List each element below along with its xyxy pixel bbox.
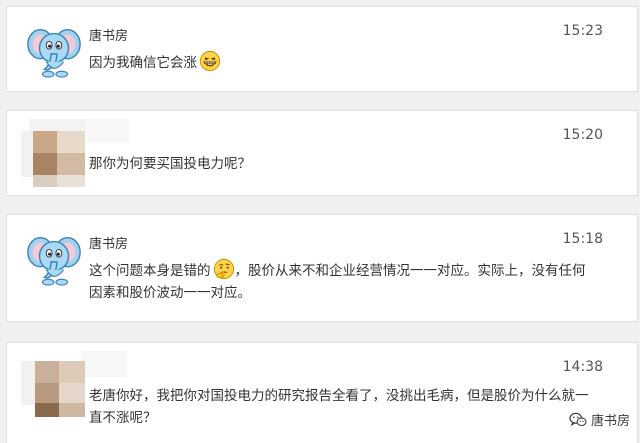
message-text-part: 这个问题本身是错的 <box>89 263 211 279</box>
sender-name: 唐书房 <box>89 29 129 44</box>
message-card[interactable]: 唐书房 15:23 因为我确信它会涨 <box>6 6 638 92</box>
thinking-icon <box>213 258 235 280</box>
sender-name: 唐书房 <box>89 237 129 252</box>
wechat-icon <box>569 412 587 428</box>
message-text: 那你为何要买国投电力呢？ <box>89 156 251 172</box>
message-text: 因为我确信它会涨 <box>89 50 221 74</box>
watermark-label: 唐书房 <box>590 414 630 429</box>
grin-icon <box>199 50 221 72</box>
elephant-avatar[interactable] <box>25 21 83 79</box>
chat-screen: 唐书房 15:23 因为我确信它会涨 15:20 那你为何要买国投电力呢？ 唐书… <box>0 0 640 443</box>
message-time: 15:18 <box>562 231 603 247</box>
message-card[interactable]: 14:38 老唐你好，我把你对国投电力的研究报告全看了，没挑出毛病，但是股价为什… <box>6 342 638 443</box>
message-text-content: 因为我确信它会涨 <box>89 55 197 71</box>
message-time: 14:38 <box>562 359 603 375</box>
message-text: 这个问题本身是错的 ，股价从来不和企业经营情况一一对应。实际上，没有任何因素和股… <box>89 258 589 304</box>
watermark: 唐书房 <box>569 410 630 429</box>
message-card[interactable]: 唐书房 15:18 这个问题本身是错的 ，股价从来不和企业经营情况一一对应。实际… <box>6 214 638 322</box>
message-time: 15:23 <box>562 23 603 39</box>
elephant-avatar[interactable] <box>25 229 83 287</box>
message-time: 15:20 <box>562 127 603 143</box>
message-card[interactable]: 15:20 那你为何要买国投电力呢？ <box>6 110 638 196</box>
message-text: 老唐你好，我把你对国投电力的研究报告全看了，没挑出毛病，但是股价为什么就一直不涨… <box>89 388 589 426</box>
